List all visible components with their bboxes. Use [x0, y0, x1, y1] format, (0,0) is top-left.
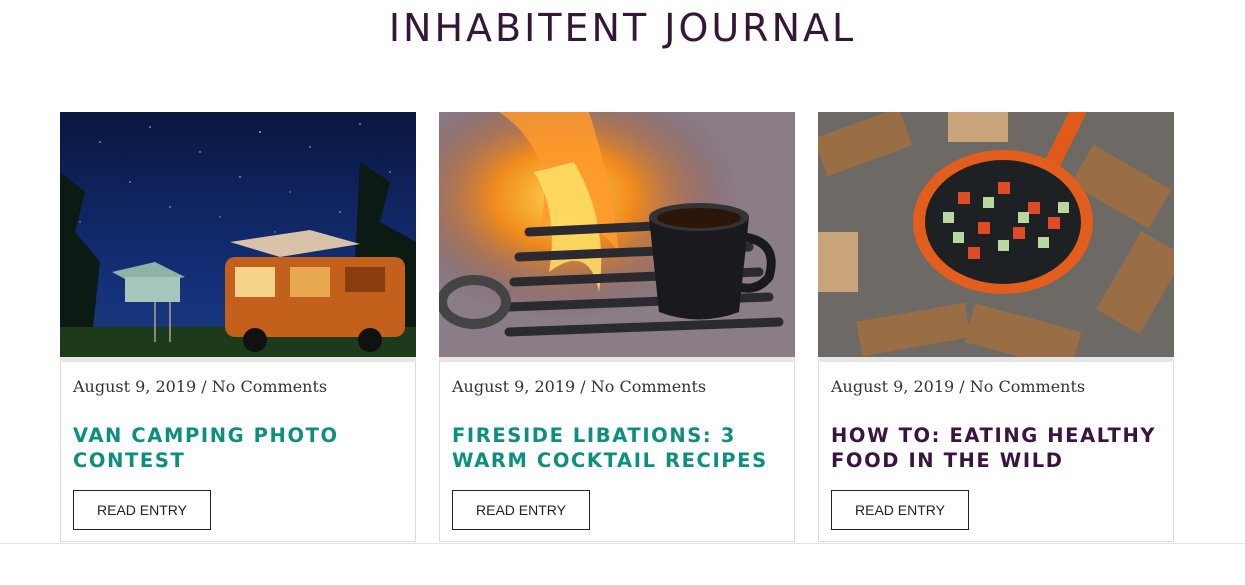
post-image-eating-healthy[interactable] [818, 112, 1174, 362]
post-meta: August 9, 2019 / No Comments [831, 377, 1086, 396]
post-meta: August 9, 2019 / No Comments [73, 377, 328, 396]
post-title[interactable]: FIRESIDE LIBATIONS: 3 WARM COCKTAIL RECI… [452, 423, 782, 473]
post-meta: August 9, 2019 / No Comments [452, 377, 707, 396]
campfire-pan-photo [818, 112, 1174, 357]
post-card: August 9, 2019 / No Comments HOW TO: EAT… [818, 112, 1174, 542]
post-image-fireside-libations[interactable] [439, 112, 795, 362]
post-card: August 9, 2019 / No Comments FIRESIDE LI… [439, 112, 795, 542]
read-entry-button[interactable]: READ ENTRY [73, 490, 211, 530]
campfire-coffee-photo [439, 112, 795, 357]
read-entry-button[interactable]: READ ENTRY [831, 490, 969, 530]
read-entry-button[interactable]: READ ENTRY [452, 490, 590, 530]
post-card: August 9, 2019 / No Comments VAN CAMPING… [60, 112, 416, 542]
van-camping-photo [60, 112, 416, 357]
post-grid: August 9, 2019 / No Comments VAN CAMPING… [60, 112, 1174, 542]
post-image-van-camping[interactable] [60, 112, 416, 362]
page-title: INHABITENT JOURNAL [388, 6, 857, 50]
post-title[interactable]: HOW TO: EATING HEALTHY FOOD IN THE WILD [831, 423, 1161, 473]
post-title[interactable]: VAN CAMPING PHOTO CONTEST [73, 423, 403, 473]
journal-page: INHABITENT JOURNAL August 9, 2019 / No C… [0, 0, 1245, 585]
section-divider [0, 543, 1245, 544]
